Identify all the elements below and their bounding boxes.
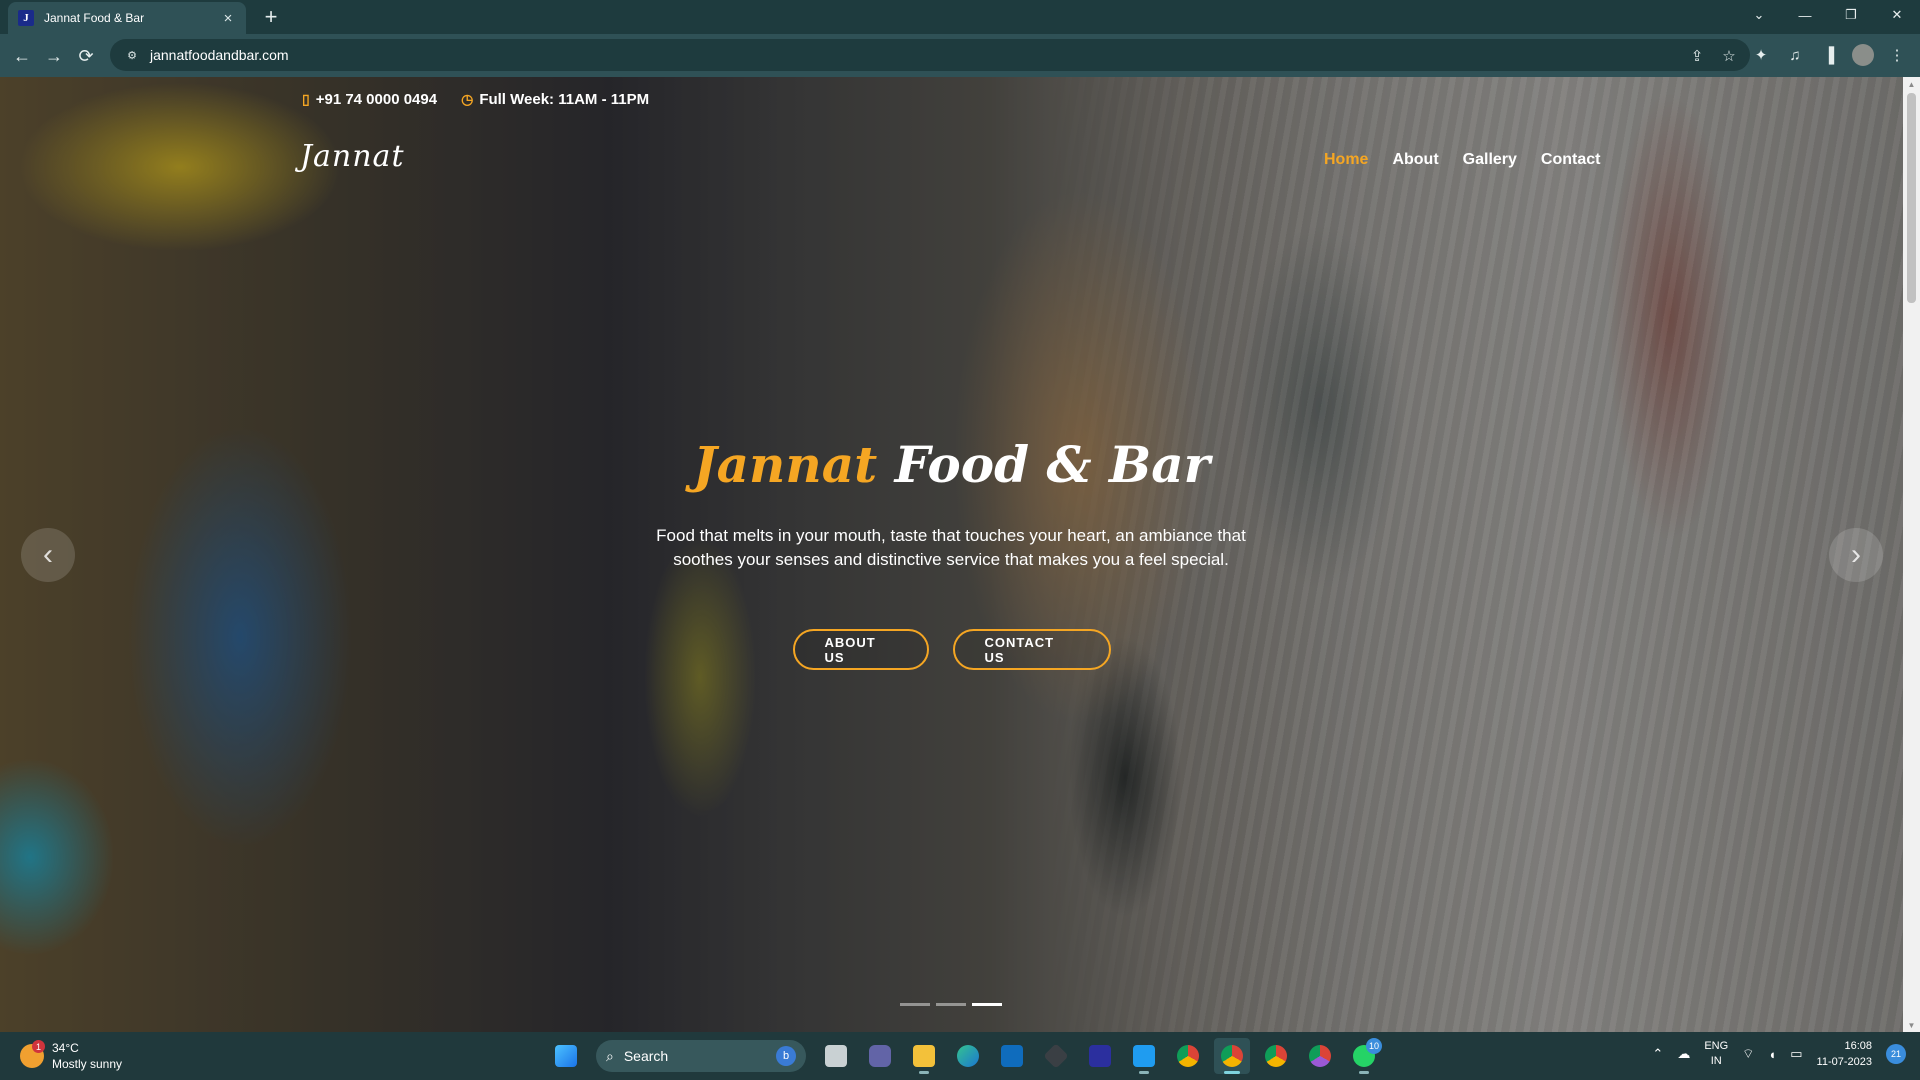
extension-area: ✦ ♫ ▐ ⋮ (1748, 42, 1910, 68)
chrome-icon[interactable] (1170, 1038, 1206, 1074)
browser-toolbar: ← → ⟳ ⚙ jannatfoodandbar.com ⇪ ☆ ✦ ♫ ▐ ⋮ (0, 34, 1920, 77)
volume-icon[interactable]: ◖ (1768, 1047, 1776, 1062)
weather-widget[interactable]: 1 34°C Mostly sunny (20, 1040, 122, 1072)
search-icon: ⌕ (606, 1047, 614, 1064)
tab-title: Jannat Food & Bar (44, 11, 145, 25)
minimize-button[interactable]: — (1782, 0, 1828, 30)
address-bar[interactable]: ⚙ jannatfoodandbar.com ⇪ ☆ (110, 39, 1750, 71)
phone-number[interactable]: +91 74 0000 0494 (316, 91, 437, 108)
side-panel-icon[interactable]: ▐ (1816, 42, 1842, 68)
reload-icon[interactable]: ⟳ (72, 42, 100, 70)
extensions-puzzle-icon[interactable]: ✦ (1748, 42, 1774, 68)
scroll-thumb[interactable] (1907, 93, 1916, 303)
hero-title-accent: Jannat (692, 435, 878, 494)
whatsapp-badge: 10 (1366, 1038, 1382, 1054)
page-viewport: ▯ +91 74 0000 0494 ◷ Full Week: 11AM - 1… (0, 77, 1903, 1032)
language-region: IN (1710, 1055, 1722, 1067)
omnibox-actions: ⇪ ☆ (1686, 45, 1740, 67)
language-indicator[interactable]: ENG IN (1704, 1039, 1728, 1069)
opening-hours: Full Week: 11AM - 11PM (479, 91, 650, 108)
about-us-button[interactable]: ABOUT US (792, 629, 929, 670)
vscode-icon[interactable] (1126, 1038, 1162, 1074)
hours-info: ◷ Full Week: 11AM - 11PM (461, 91, 649, 108)
scroll-up-icon[interactable]: ▲ (1903, 77, 1920, 91)
battery-icon[interactable]: ▭ (1790, 1046, 1802, 1062)
wifi-icon[interactable]: ⌔ (1742, 1046, 1754, 1062)
media-control-icon[interactable]: ♫ (1782, 42, 1808, 68)
scroll-down-icon[interactable]: ▼ (1903, 1018, 1920, 1032)
profile-avatar[interactable] (1852, 44, 1874, 66)
taskbar-apps: ⌕ Search b 10 (548, 1038, 1382, 1074)
file-explorer-icon[interactable] (906, 1038, 942, 1074)
whatsapp-icon[interactable]: 10 (1346, 1038, 1382, 1074)
language-code: ENG (1704, 1040, 1729, 1052)
browser-tab[interactable]: J Jannat Food & Bar × (8, 2, 246, 34)
sun-icon: 1 (20, 1040, 45, 1068)
hero-description: Food that melts in your mouth, taste tha… (656, 526, 1246, 569)
chrome-profile-2-icon[interactable] (1258, 1038, 1294, 1074)
taskbar-search[interactable]: ⌕ Search b (596, 1040, 806, 1072)
contact-topbar: ▯ +91 74 0000 0494 ◷ Full Week: 11AM - 1… (302, 91, 649, 108)
contact-us-button[interactable]: CONTACT US (952, 629, 1111, 670)
carousel-prev-button[interactable]: ‹ (21, 528, 75, 582)
chrome-profile-active-icon[interactable] (1214, 1038, 1250, 1074)
weather-condition: Mostly sunny (52, 1057, 123, 1071)
nav-gallery[interactable]: Gallery (1463, 151, 1517, 169)
vscode-insiders-icon[interactable] (1082, 1038, 1118, 1074)
clock-date: 11-07-2023 (1816, 1056, 1872, 1068)
chrome-menu-icon[interactable]: ⋮ (1884, 42, 1910, 68)
main-nav: Home About Gallery Contact (1324, 151, 1600, 169)
window-controls: ⌄ — ❐ ✕ (1736, 0, 1920, 30)
onedrive-cloud-icon[interactable]: ☁ (1677, 1046, 1690, 1062)
carousel-indicator[interactable] (936, 1003, 966, 1006)
forward-arrow-icon[interactable]: → (40, 42, 68, 70)
clock-icon: ◷ (461, 91, 474, 107)
tab-search-icon[interactable]: ⌄ (1736, 0, 1782, 30)
show-hidden-icons-chevron-icon[interactable]: ⌃ (1652, 1046, 1663, 1062)
windows-taskbar: 1 34°C Mostly sunny ⌕ Search b 10 ⌃ ☁ EN… (0, 1032, 1920, 1080)
hero-title-rest: Food & Bar (894, 435, 1211, 494)
weather-badge: 1 (32, 1040, 45, 1053)
close-window-button[interactable]: ✕ (1874, 0, 1920, 30)
task-view-icon[interactable] (818, 1038, 854, 1074)
restore-button[interactable]: ❐ (1828, 0, 1874, 30)
unity-hub-icon[interactable] (1038, 1038, 1074, 1074)
page-scrollbar[interactable]: ▲ ▼ (1903, 77, 1920, 1032)
browser-tab-bar: J Jannat Food & Bar × + ⌄ — ❐ ✕ (0, 0, 1920, 34)
hero-buttons: ABOUT US CONTACT US (0, 629, 1903, 670)
nav-about[interactable]: About (1392, 151, 1438, 169)
site-info-icon[interactable]: ⚙ (124, 47, 140, 63)
system-clock[interactable]: 16:08 11-07-2023 (1817, 1038, 1872, 1070)
bookmark-star-icon[interactable]: ☆ (1718, 45, 1740, 67)
carousel-indicators (900, 1003, 1002, 1006)
hero-title: Jannat Food & Bar (0, 435, 1903, 494)
chrome-profile-3-icon[interactable] (1302, 1038, 1338, 1074)
bing-icon[interactable]: b (776, 1046, 796, 1066)
windows-start-icon[interactable] (548, 1038, 584, 1074)
phone-info[interactable]: ▯ +91 74 0000 0494 (302, 91, 437, 108)
site-logo[interactable]: Jannat (300, 139, 405, 174)
nav-contact[interactable]: Contact (1541, 151, 1601, 169)
microsoft-store-icon[interactable] (994, 1038, 1030, 1074)
nav-home[interactable]: Home (1324, 151, 1368, 169)
notification-badge[interactable]: 21 (1886, 1044, 1906, 1064)
carousel-next-button[interactable]: › (1829, 528, 1883, 582)
teams-chat-icon[interactable] (862, 1038, 898, 1074)
phone-icon: ▯ (302, 91, 310, 107)
clock-time: 16:08 (1844, 1040, 1872, 1052)
new-tab-button[interactable]: + (258, 4, 284, 30)
url-text[interactable]: jannatfoodandbar.com (150, 47, 289, 63)
carousel-indicator[interactable] (900, 1003, 930, 1006)
system-tray: ⌃ ☁ ENG IN ⌔ ◖ ▭ 16:08 11-07-2023 21 (1652, 1038, 1906, 1070)
share-icon[interactable]: ⇪ (1686, 45, 1708, 67)
search-label: Search (623, 1048, 669, 1064)
edge-browser-icon[interactable] (950, 1038, 986, 1074)
close-tab-icon[interactable]: × (220, 10, 236, 27)
carousel-indicator[interactable] (972, 1003, 1002, 1006)
weather-temperature: 34°C (52, 1041, 79, 1055)
back-arrow-icon[interactable]: ← (8, 42, 36, 70)
site-favicon-icon: J (18, 10, 34, 26)
